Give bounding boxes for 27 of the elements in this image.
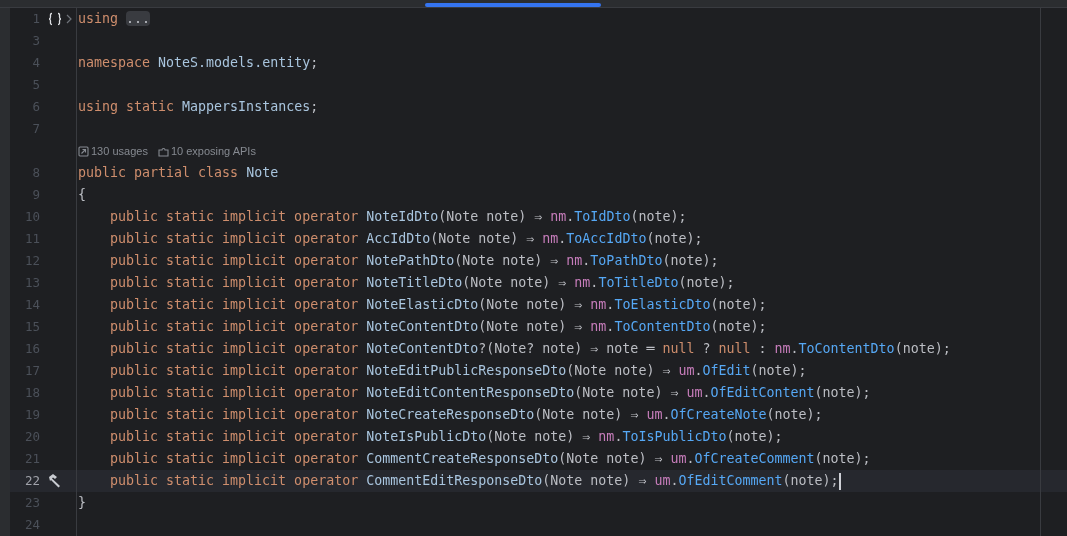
code-line: using static MappersInstances; [78, 98, 319, 117]
code-line: public static implicit operator AccIdDto(Note note) ⇒ nm.ToAccIdDto(note); [110, 230, 703, 249]
code-line: public static implicit operator NoteIsPublicDto(Note note) ⇒ nm.ToIsPublicDto(note); [110, 428, 783, 447]
code-line: public static implicit operator CommentEditResponseDto(Note note) ⇒ um.OfEditComment(note); [110, 472, 839, 491]
code-line: public static implicit operator NoteContentDto(Note note) ⇒ nm.ToContentDto(note); [110, 318, 767, 337]
code-line: public static implicit operator NoteEditContentResponseDto(Note note) ⇒ um.OfEditContent(note); [110, 384, 871, 403]
braces-icon[interactable] [47, 12, 63, 26]
code-line: using ... [78, 10, 151, 29]
hammer-icon[interactable] [47, 473, 63, 489]
code-line: { [78, 186, 86, 205]
code-line: public static implicit operator NotePathDto(Note note) ⇒ nm.ToPathDto(note); [110, 252, 719, 271]
code-line: public static implicit operator NoteIdDto(Note note) ⇒ nm.ToIdDto(note); [110, 208, 687, 227]
code-line: public static implicit operator NoteEditPublicResponseDto(Note note) ⇒ um.OfEdit(note); [110, 362, 807, 381]
code-line: public static implicit operator NoteContentDto?(Note? note) ⇒ note ═ null ? null : nm.ToContentDto(note); [110, 340, 951, 359]
code-line: public static implicit operator NoteTitleDto(Note note) ⇒ nm.ToTitleDto(note); [110, 274, 735, 293]
code-line: public static implicit operator NoteCreateResponseDto(Note note) ⇒ um.OfCreateNote(note); [110, 406, 823, 425]
exposing-apis-link[interactable]: 10 exposing APIs [157, 142, 256, 160]
code-line: public static implicit operator NoteElasticDto(Note note) ⇒ nm.ToElasticDto(note); [110, 296, 767, 315]
line-number: 22 [23, 471, 40, 490]
code-line: namespace NoteS.models.entity; [78, 54, 319, 73]
code-line: public partial class Note [78, 164, 279, 183]
text-cursor [838, 472, 841, 490]
arrow-box-icon [78, 145, 89, 157]
code-line: public static implicit operator CommentCreateResponseDto(Note note) ⇒ um.OfCreateComment(note); [110, 450, 871, 469]
usages-link[interactable]: 130 usages [78, 142, 148, 160]
chevron-right-icon[interactable] [65, 14, 73, 24]
code-line: } [78, 494, 86, 513]
